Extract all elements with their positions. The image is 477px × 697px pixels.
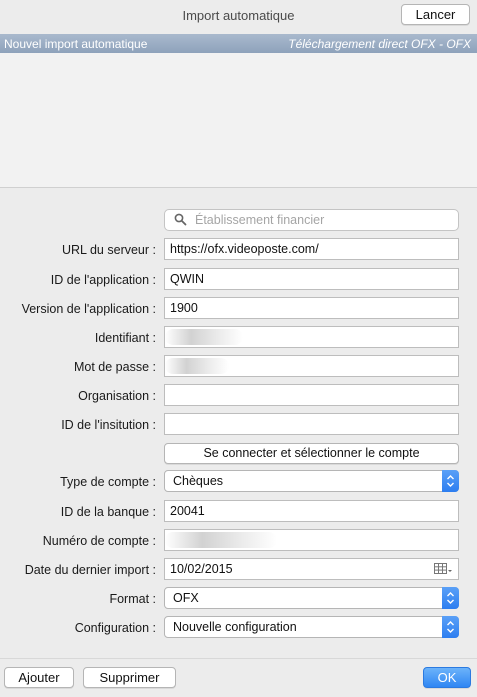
institution-id-label: ID de l'insitution : [61,418,156,432]
account-number-input[interactable] [164,529,459,551]
app-id-label: ID de l'application : [50,273,156,287]
configuration-select[interactable]: Nouvelle configuration [164,616,459,638]
import-list-selected-row[interactable]: Nouvel import automatique Téléchargement… [0,34,477,53]
redacted-identifier [165,329,243,345]
password-label: Mot de passe : [74,360,156,374]
app-version-input[interactable]: 1900 [164,297,459,319]
identifier-input[interactable] [164,326,459,348]
search-placeholder: Établissement financier [195,213,325,227]
redacted-account-number [165,532,277,548]
connect-select-account-button[interactable]: Se connecter et sélectionner le compte [164,443,459,464]
identifier-label: Identifiant : [94,331,156,345]
last-import-label: Date du dernier import : [24,563,156,577]
server-url-label: URL du serveur : [61,243,156,257]
institution-id-input[interactable] [164,413,459,435]
add-button[interactable]: Ajouter [4,667,74,688]
redacted-password [165,358,229,374]
format-select[interactable]: OFX [164,587,459,609]
server-url-input[interactable]: https://ofx.videoposte.com/ [164,238,459,260]
import-list[interactable] [0,53,477,188]
app-id-input[interactable]: QWIN [164,268,459,290]
chevron-up-down-icon [442,470,459,492]
chevron-up-down-icon [442,616,459,638]
cancel-button[interactable]: Lancer [401,4,470,25]
account-type-label: Type de compte : [60,475,156,489]
account-type-select[interactable]: Chèques [164,470,459,492]
configuration-value: Nouvelle configuration [173,620,297,634]
account-type-value: Chèques [173,474,224,488]
last-import-date-value: 10/02/2015 [170,562,233,576]
ok-button[interactable]: OK [423,667,471,688]
last-import-date-input[interactable]: 10/02/2015 [164,558,459,580]
calendar-icon[interactable] [434,563,452,576]
organisation-input[interactable] [164,384,459,406]
password-input[interactable] [164,355,459,377]
institution-search-input[interactable]: Établissement financier [164,209,459,231]
search-icon [174,213,187,226]
configuration-label: Configuration : [74,621,156,635]
bank-id-label: ID de la banque : [60,505,156,519]
delete-button[interactable]: Supprimer [83,667,176,688]
format-value: OFX [173,591,199,605]
account-number-label: Numéro de compte : [42,534,156,548]
import-name: Nouvel import automatique [4,37,148,51]
organisation-label: Organisation : [78,389,156,403]
bank-id-input[interactable]: 20041 [164,500,459,522]
import-type: Téléchargement direct OFX - OFX [288,37,471,51]
format-label: Format : [109,592,156,606]
app-version-label: Version de l'application : [21,302,156,316]
chevron-up-down-icon [442,587,459,609]
